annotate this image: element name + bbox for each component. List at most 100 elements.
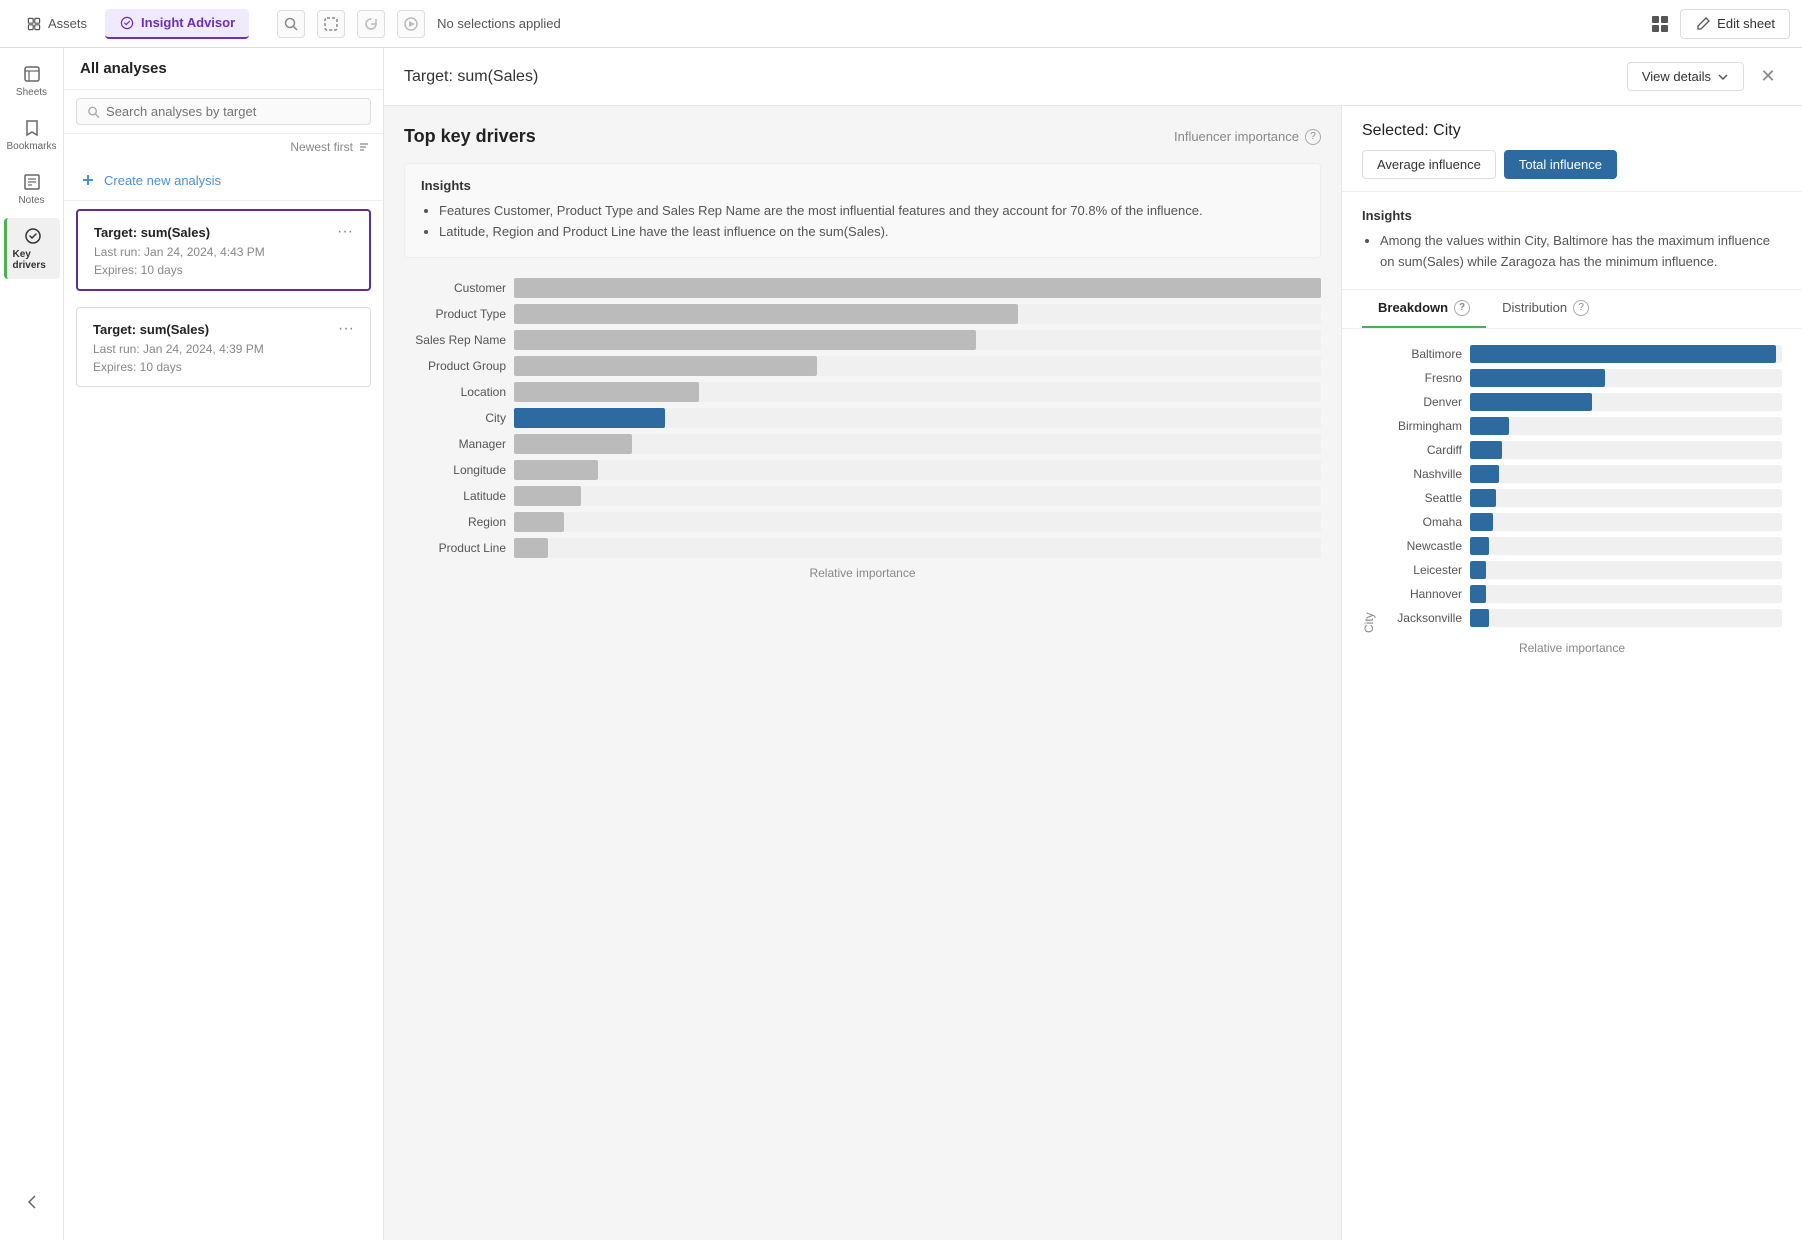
detail-insights-list: Among the values within City, Baltimore … [1362,231,1782,273]
chevron-down-icon [1717,71,1729,83]
x-axis-label: Relative importance [404,566,1321,580]
detail-insights: Insights Among the values within City, B… [1342,192,1802,290]
right-bar-fill [1470,609,1489,627]
right-bar-track [1470,345,1782,363]
view-details-button[interactable]: View details [1627,62,1744,91]
right-bar-fill [1470,369,1605,387]
analysis-panel: All analyses Newest first Create new ana… [64,48,384,1240]
lasso-icon[interactable] [317,10,345,38]
assets-tab[interactable]: Assets [12,10,101,38]
detail-selected-title: Selected: City [1362,122,1782,140]
panel-header: All analyses [64,48,383,90]
grid-cell [1661,16,1668,23]
distribution-tab[interactable]: Distribution ? [1486,290,1605,328]
topbar: Assets Insight Advisor No selections app… [0,0,1802,48]
grid-icon[interactable] [1652,16,1668,32]
topbar-left: Assets Insight Advisor [12,9,249,39]
right-bar-row: Leicester [1380,561,1782,579]
right-bar-track [1470,489,1782,507]
right-bar-row: Nashville [1380,465,1782,483]
bar-fill [514,538,548,558]
right-bar-row: Omaha [1380,513,1782,531]
card-menu-1[interactable]: ··· [337,223,353,241]
play-icon[interactable] [397,10,425,38]
magnify-icon[interactable] [277,10,305,38]
close-button[interactable]: ✕ [1754,63,1782,91]
edit-sheet-button[interactable]: Edit sheet [1680,9,1790,39]
card-title-2: Target: sum(Sales) [93,322,209,337]
sidebar-item-sheets[interactable]: Sheets [4,56,60,106]
bar-chart: CustomerProduct TypeSales Rep NameProduc… [404,278,1321,558]
sort-icon [357,140,371,154]
panel-title: All analyses [80,60,167,77]
right-bar-fill [1470,417,1509,435]
sidebar-collapse-button[interactable] [4,1184,60,1220]
bar-track [514,304,1321,324]
main-layout: Sheets Bookmarks Notes Key drivers All a… [0,48,1802,1240]
sidebar-bottom [4,1184,60,1232]
breakdown-tab[interactable]: Breakdown ? [1362,290,1486,328]
sidebar-item-notes[interactable]: Notes [4,164,60,214]
right-bar-row: Hannover [1380,585,1782,603]
view-details-label: View details [1642,69,1711,84]
analysis-card-active[interactable]: Target: sum(Sales) ··· Last run: Jan 24,… [76,209,371,291]
bar-fill [514,486,581,506]
bar-fill [514,278,1321,298]
right-chart-area: BaltimoreFresnoDenverBirminghamCardiffNa… [1380,345,1782,633]
insight-bullet-2: Latitude, Region and Product Line have t… [439,222,1304,243]
bar-track [514,460,1321,480]
create-new-analysis-button[interactable]: Create new analysis [64,160,383,201]
sidebar-item-bookmarks[interactable]: Bookmarks [4,110,60,160]
assets-label: Assets [48,16,87,31]
right-bar-track [1470,417,1782,435]
bar-fill [514,434,632,454]
influencer-text: Influencer importance [1174,129,1299,144]
search-icon [87,105,100,119]
right-bar-track [1470,369,1782,387]
selections-badge: No selections applied [437,16,561,31]
total-influence-label: Total influence [1519,157,1602,172]
distribution-label: Distribution [1502,300,1567,315]
bar-label: Product Group [404,359,514,373]
influencer-info-icon[interactable]: ? [1305,129,1321,145]
card-menu-2[interactable]: ··· [338,320,354,338]
insight-advisor-tab[interactable]: Insight Advisor [105,9,249,39]
bar-track [514,408,1321,428]
bar-row: City [404,408,1321,428]
right-bar-row: Seattle [1380,489,1782,507]
total-influence-tab[interactable]: Total influence [1504,150,1617,179]
average-influence-label: Average influence [1377,157,1481,172]
analysis-card-2[interactable]: Target: sum(Sales) ··· Last run: Jan 24,… [76,307,371,387]
bar-label: Latitude [404,489,514,503]
influencer-importance-label: Influencer importance ? [1174,129,1321,145]
card-header-2: Target: sum(Sales) ··· [93,320,354,338]
bar-fill [514,382,699,402]
insights-box: Insights Features Customer, Product Type… [404,163,1321,258]
bar-fill [514,304,1018,324]
average-influence-tab[interactable]: Average influence [1362,150,1496,179]
card-header-1: Target: sum(Sales) ··· [94,223,353,241]
bar-row: Location [404,382,1321,402]
edit-sheet-label: Edit sheet [1717,16,1775,31]
search-input[interactable] [106,104,360,119]
bar-track [514,330,1321,350]
bar-track [514,512,1321,532]
refresh-icon[interactable] [357,10,385,38]
right-bar-label: Jacksonville [1380,611,1470,625]
sidebar-item-key-drivers[interactable]: Key drivers [4,218,60,279]
bar-row: Manager [404,434,1321,454]
bar-track [514,278,1321,298]
right-bar-label: Birmingham [1380,419,1470,433]
bar-row: Latitude [404,486,1321,506]
bar-row: Product Type [404,304,1321,324]
bar-label: Longitude [404,463,514,477]
panel-search [64,90,383,134]
right-bar-fill [1470,513,1493,531]
breakdown-info-icon[interactable]: ? [1454,300,1470,316]
card-meta-last-run-1: Last run: Jan 24, 2024, 4:43 PM [94,245,353,259]
distribution-info-icon[interactable]: ? [1573,300,1589,316]
right-bar-label: Nashville [1380,467,1470,481]
bar-track [514,486,1321,506]
right-bar-row: Baltimore [1380,345,1782,363]
right-bar-fill [1470,585,1486,603]
